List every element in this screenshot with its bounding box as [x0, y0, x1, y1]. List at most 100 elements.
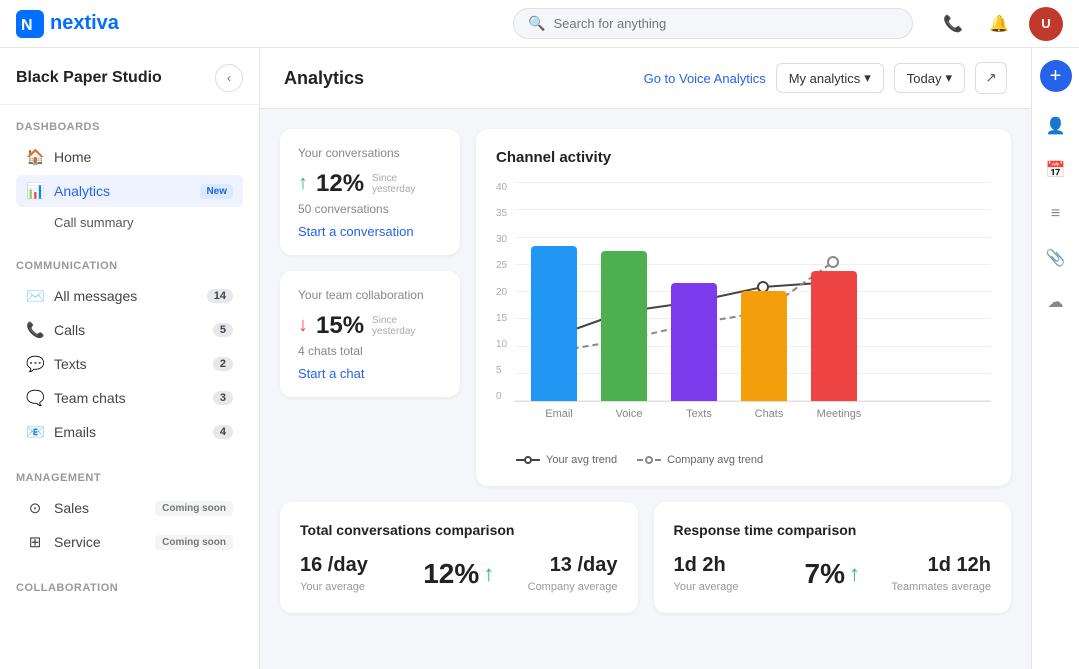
conversations-count: 50 conversations: [298, 202, 442, 216]
total-your-avg-value: 16 /day: [300, 554, 407, 577]
y-label-40: 40: [496, 182, 507, 193]
sidebar-title: Black Paper Studio: [16, 69, 162, 87]
start-conversation-link[interactable]: Start a conversation: [298, 224, 442, 239]
page-title: Analytics: [284, 68, 628, 89]
bar-texts: [671, 283, 717, 401]
total-pct-center: 12% ↑: [407, 558, 510, 590]
sidebar-item-call-summary[interactable]: Call summary: [16, 209, 243, 236]
response-pct: 7%: [805, 558, 845, 590]
bar-chats: [741, 291, 787, 401]
my-analytics-dropdown[interactable]: My analytics ▾: [776, 63, 884, 93]
legend-company-trend: Company avg trend: [637, 454, 763, 466]
sidebar-item-all-messages[interactable]: ✉️ All messages 14: [16, 280, 243, 312]
main-header: Analytics Go to Voice Analytics My analy…: [260, 48, 1031, 109]
y-label-5: 5: [496, 365, 507, 376]
sidebar-item-team-chats[interactable]: 🗨️ Team chats 3: [16, 382, 243, 414]
call-summary-label: Call summary: [54, 215, 133, 230]
y-label-10: 10: [496, 339, 507, 350]
channel-activity-card: Channel activity 40 35 30 25 20 15: [476, 129, 1011, 486]
x-label-email: Email: [536, 408, 582, 420]
right-clip-icon[interactable]: 📎: [1038, 240, 1074, 276]
communication-label: Communication: [16, 260, 243, 272]
response-your-avg-label: Your average: [674, 581, 789, 593]
sidebar-item-analytics[interactable]: 📊 Analytics New: [16, 175, 243, 207]
y-label-25: 25: [496, 260, 507, 271]
right-calendar-icon[interactable]: 📅: [1038, 152, 1074, 188]
team-collab-count: 4 chats total: [298, 344, 442, 358]
phone-button[interactable]: 📞: [937, 8, 969, 40]
service-icon: ⊞: [26, 533, 44, 551]
chart-group-voice: [601, 251, 647, 401]
chart-group-meetings: [811, 271, 857, 401]
stats-cards: Your conversations ↑ 12% Since yesterday…: [280, 129, 460, 486]
chart-group-texts: [671, 283, 717, 401]
response-up-arrow: ↑: [849, 561, 860, 587]
x-label-texts: Texts: [676, 408, 722, 420]
x-label-chats: Chats: [746, 408, 792, 420]
sidebar-item-calls[interactable]: 📞 Calls 5: [16, 314, 243, 346]
calls-label: Calls: [54, 322, 203, 338]
legend-company-trend-label: Company avg trend: [667, 454, 763, 466]
response-teammates-avg: 1d 12h Teammates average: [876, 554, 991, 593]
sidebar-section-communication: Communication ✉️ All messages 14 📞 Calls…: [0, 244, 259, 456]
search-area: 🔍: [513, 8, 913, 39]
start-chat-link[interactable]: Start a chat: [298, 366, 442, 381]
notification-button[interactable]: 🔔: [983, 8, 1015, 40]
search-box[interactable]: 🔍: [513, 8, 913, 39]
analytics-new-badge: New: [200, 184, 233, 199]
sidebar-item-sales[interactable]: ⊙ Sales Coming soon: [16, 492, 243, 524]
voice-analytics-link[interactable]: Go to Voice Analytics: [644, 71, 766, 86]
right-cloud-icon[interactable]: ☁: [1038, 284, 1074, 320]
sidebar-item-texts[interactable]: 💬 Texts 2: [16, 348, 243, 380]
sidebar-item-home[interactable]: 🏠 Home: [16, 141, 243, 173]
top-nav: N nextiva 🔍 📞 🔔 U: [0, 0, 1079, 48]
legend-your-trend: Your avg trend: [516, 454, 617, 466]
conversations-pct: 12%: [316, 170, 364, 198]
right-user-icon[interactable]: 👤: [1038, 108, 1074, 144]
sidebar-item-emails[interactable]: 📧 Emails 4: [16, 416, 243, 448]
logo: N nextiva: [16, 10, 119, 38]
conversations-up-arrow: ↑: [298, 172, 308, 195]
search-input[interactable]: [553, 16, 898, 31]
team-chats-icon: 🗨️: [26, 389, 44, 407]
bottom-row: Total conversations comparison 16 /day Y…: [280, 502, 1011, 613]
home-icon: 🏠: [26, 148, 44, 166]
y-label-30: 30: [496, 234, 507, 245]
analytics-label: Analytics: [54, 183, 186, 199]
main-content: Analytics Go to Voice Analytics My analy…: [260, 48, 1031, 669]
all-messages-label: All messages: [54, 288, 197, 304]
response-your-avg: 1d 2h Your average: [674, 554, 789, 593]
sidebar-collapse-button[interactable]: ‹: [215, 64, 243, 92]
chart-area: 40 35 30 25 20 15 10 5 0: [496, 182, 991, 442]
total-conversations-title: Total conversations comparison: [300, 522, 618, 538]
today-dropdown[interactable]: Today ▾: [894, 63, 965, 93]
sidebar-section-management: Management ⊙ Sales Coming soon ⊞ Service…: [0, 456, 259, 566]
response-time-card: Response time comparison 1d 2h Your aver…: [654, 502, 1012, 613]
conversations-since: Since yesterday: [372, 173, 442, 195]
y-label-35: 35: [496, 208, 507, 219]
x-label-meetings: Meetings: [816, 408, 862, 420]
add-button[interactable]: +: [1040, 60, 1072, 92]
response-teammates-avg-value: 1d 12h: [876, 554, 991, 577]
all-messages-badge: 14: [207, 289, 233, 303]
team-chats-badge: 3: [213, 391, 233, 405]
logo-text: nextiva: [50, 12, 119, 35]
search-icon: 🔍: [528, 15, 545, 32]
user-avatar[interactable]: U: [1029, 7, 1063, 41]
sidebar-section-collaboration: Collaboration: [0, 566, 259, 608]
collaboration-label: Collaboration: [16, 582, 243, 594]
texts-icon: 💬: [26, 355, 44, 373]
sidebar-item-service[interactable]: ⊞ Service Coming soon: [16, 526, 243, 558]
nextiva-logo-icon: N: [16, 10, 44, 38]
management-label: Management: [16, 472, 243, 484]
response-your-avg-value: 1d 2h: [674, 554, 789, 577]
total-company-avg-value: 13 /day: [510, 554, 617, 577]
sidebar-section-dashboards: Dashboards 🏠 Home 📊 Analytics New Call s…: [0, 105, 259, 244]
chart-title: Channel activity: [496, 149, 991, 166]
share-button[interactable]: ↗: [975, 62, 1007, 94]
all-messages-icon: ✉️: [26, 287, 44, 305]
home-label: Home: [54, 149, 233, 165]
emails-badge: 4: [213, 425, 233, 439]
team-collab-card: Your team collaboration ↓ 15% Since yest…: [280, 271, 460, 397]
right-list-icon[interactable]: ≡: [1038, 196, 1074, 232]
